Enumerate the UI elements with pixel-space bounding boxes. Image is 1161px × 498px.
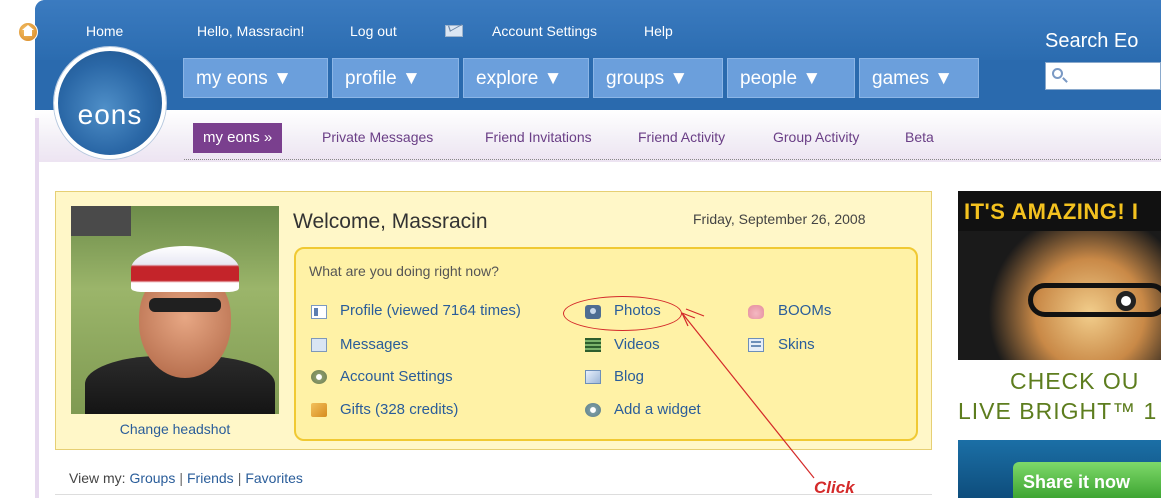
bottom-divider: [55, 494, 932, 495]
view-my-label: View my:: [69, 470, 126, 486]
ad-glasses-graphic: [1028, 283, 1161, 317]
ad-headline: IT'S AMAZING! I: [958, 191, 1161, 231]
ad-line-1: CHECK OU: [1010, 368, 1140, 394]
ad-eye-graphic: [1116, 291, 1136, 311]
view-friends-link[interactable]: Friends: [187, 470, 234, 486]
view-favorites-link[interactable]: Favorites: [245, 470, 303, 486]
click-annotation: Click: [814, 478, 855, 497]
view-groups-link[interactable]: Groups: [129, 470, 175, 486]
share-it-now-button[interactable]: Share it now: [1013, 462, 1161, 498]
separator: |: [179, 470, 183, 486]
view-my-bar: View my: Groups | Friends | Favorites: [69, 470, 303, 486]
separator: |: [237, 470, 242, 486]
ad-line-2: LIVE BRIGHT™ 1: [958, 398, 1158, 424]
